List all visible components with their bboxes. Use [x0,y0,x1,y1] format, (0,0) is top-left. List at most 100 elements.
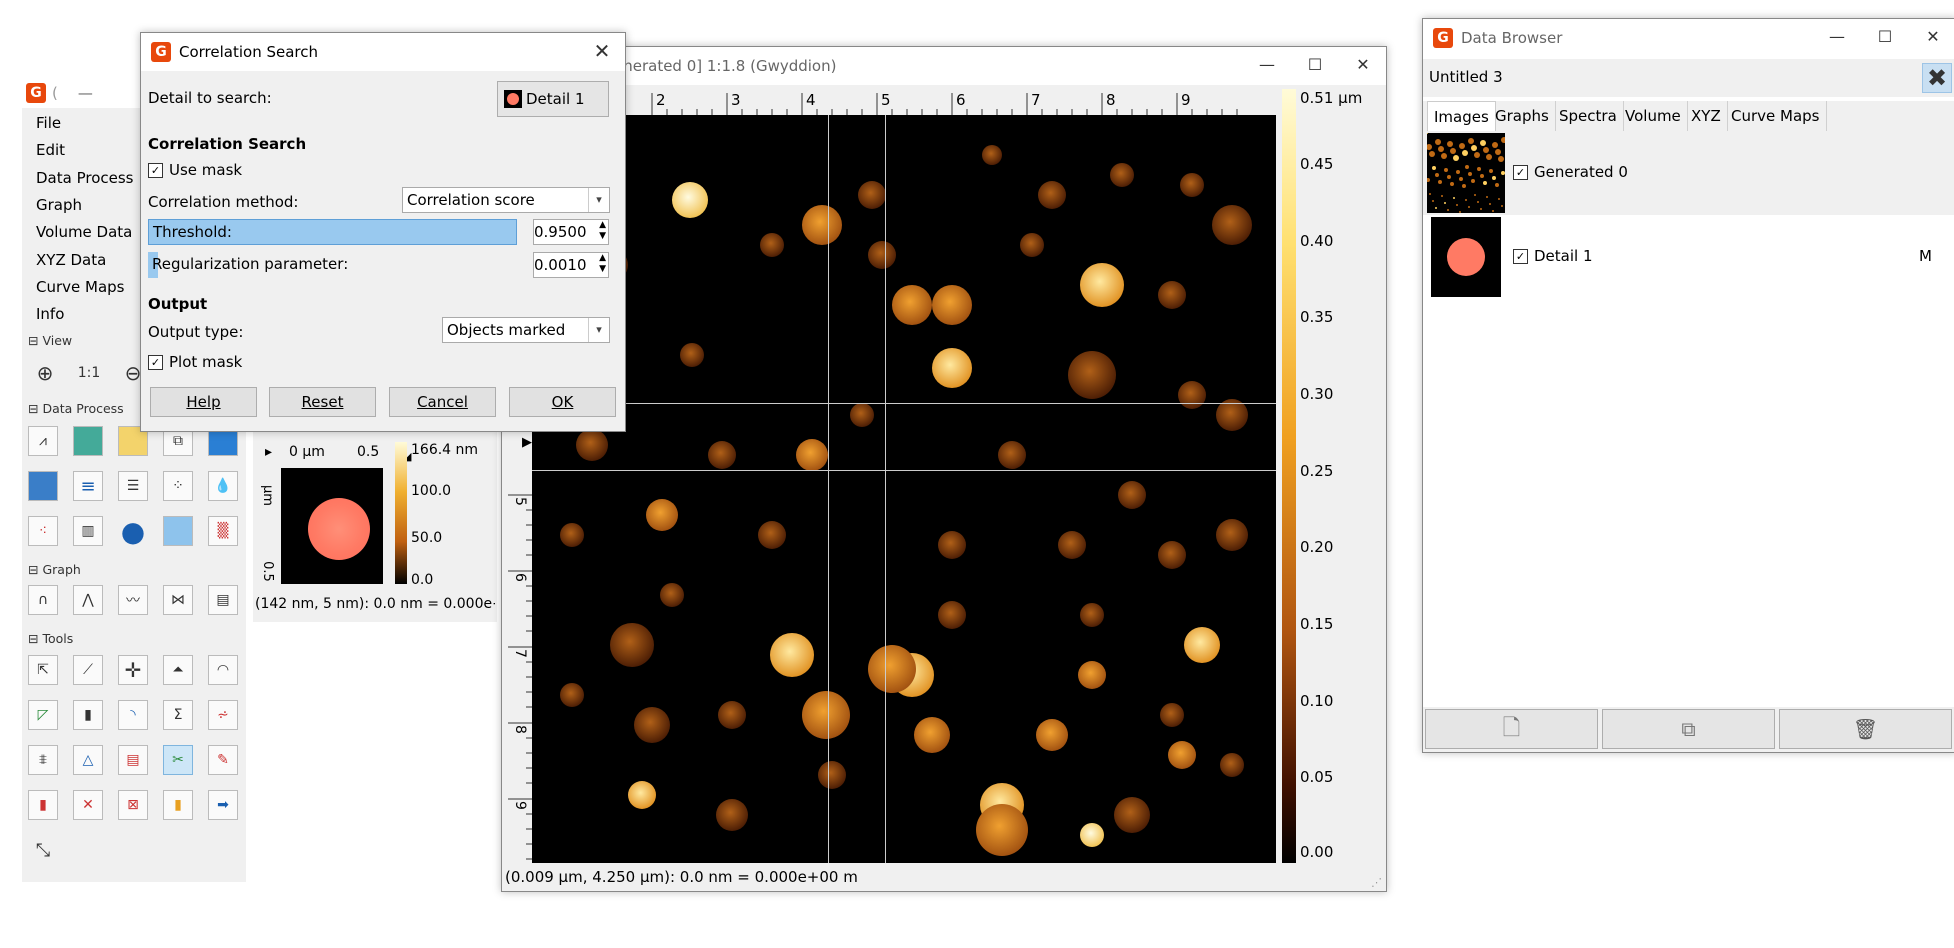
curve-tool-icon[interactable]: ◝ [118,700,148,730]
menu-data-process[interactable]: Data Process [36,169,134,187]
close-icon[interactable]: ✕ [1340,47,1386,83]
duplicate-button[interactable]: ⧉ [1602,709,1775,749]
threshold-slider[interactable]: Threshold: [148,219,517,245]
crop-tool-icon[interactable]: ✂ [163,745,193,775]
menu-file[interactable]: File [36,114,61,132]
menu-volume-data[interactable]: Volume Data [36,223,132,241]
color-range-icon[interactable]: ▮ [163,790,193,820]
rows-icon[interactable]: ≡ [73,471,103,501]
shade-icon[interactable] [163,516,193,546]
particle [1110,163,1134,187]
radial-profile-icon[interactable]: ◠ [208,655,238,685]
minimize-icon[interactable]: — [1814,19,1860,55]
detail-select-button[interactable]: Detail 1 [497,81,609,117]
tab-graphs[interactable]: Graphs [1489,101,1556,131]
new-file-button[interactable]: 🗋 [1425,709,1598,749]
graph-cross-icon[interactable]: ⋈ [163,585,193,615]
drop-icon[interactable]: 💧 [208,471,238,501]
scars-icon[interactable] [28,471,58,501]
resize-grip-icon[interactable]: ⋰ [1371,876,1382,889]
close-icon[interactable]: ✕ [1910,19,1954,55]
values-tool-icon[interactable]: ▮ [73,700,103,730]
align-rows-icon[interactable]: ☰ [118,471,148,501]
level3-tool-icon[interactable]: ⩨ [28,745,58,775]
help-button[interactable]: Help [150,387,257,417]
detail-label: Detail to search: [148,89,272,107]
crosshair-tool-icon[interactable]: ✛ [118,655,148,685]
noise-icon[interactable]: ▒ [208,516,238,546]
section-data-process[interactable]: ⊟ Data Process [28,401,124,416]
regularization-slider[interactable]: Regularization parameter: [148,252,517,278]
visible-checkbox[interactable]: ✓ Detail 1 [1513,247,1593,265]
section-tools[interactable]: ⊟ Tools [28,631,73,646]
toolbox-title: ( [52,84,58,102]
distance-tool-icon[interactable]: ⟋ [73,655,103,685]
minimize-icon[interactable]: — [78,84,93,102]
remove-spots-icon[interactable]: ⁖ [28,516,58,546]
spin-arrows-icon[interactable]: ▲ ▼ [599,253,606,275]
ok-button[interactable]: OK [509,387,616,417]
remove-spot-icon[interactable]: ⊠ [118,790,148,820]
roughness-tool-icon[interactable]: ⩫ [208,700,238,730]
path-level-icon[interactable]: ⤡ [28,835,58,865]
list-item[interactable]: ✓ Detail 1 M [1423,215,1954,299]
graph-export-icon[interactable]: ▤ [208,585,238,615]
menu-edit[interactable]: Edit [36,141,65,159]
scale-010: 0.10 [1300,692,1334,710]
menu-info[interactable]: Info [36,305,64,323]
triangle-tool-icon[interactable]: △ [73,745,103,775]
pointer-tool-icon[interactable]: ⇱ [28,655,58,685]
section-graph[interactable]: ⊟ Graph [28,562,81,577]
detail-image[interactable] [281,468,383,584]
height-map-image[interactable] [532,115,1276,863]
tab-curve-maps[interactable]: Curve Maps [1725,101,1827,131]
reg-spin[interactable]: 0.0010 ▲ ▼ [533,252,609,278]
tab-xyz[interactable]: XYZ [1685,101,1728,131]
menu-xyz-data[interactable]: XYZ Data [36,251,106,269]
close-file-icon[interactable]: ✖ [1922,63,1952,93]
level-icon[interactable]: ⩘ [28,426,58,456]
graph-peak-icon[interactable]: ⋀ [73,585,103,615]
maximize-icon[interactable]: ☐ [1862,19,1908,55]
maximize-icon[interactable]: ☐ [1292,47,1338,83]
minimize-icon[interactable]: — [1244,47,1290,83]
plane-level-icon[interactable] [73,426,103,456]
lines-tool-icon[interactable]: ▤ [118,745,148,775]
sphere-icon[interactable]: ● [118,515,148,548]
zoom-1-1-icon[interactable]: 1:1 [74,358,104,388]
tab-volume[interactable]: Volume [1619,101,1688,131]
particle [1158,281,1186,309]
graph-curves-icon[interactable]: 〰 [118,585,148,615]
delete-button[interactable]: 🗑 [1779,709,1952,749]
output-type-select[interactable]: Objects marked ▾ [442,317,610,343]
tab-spectra[interactable]: Spectra [1553,101,1624,131]
visible-checkbox[interactable]: ✓ Generated 0 [1513,163,1628,181]
histogram-icon[interactable]: ▥ [73,516,103,546]
tab-images[interactable]: Images [1427,101,1496,132]
cancel-button[interactable]: Cancel [389,387,496,417]
menu-graph[interactable]: Graph [36,196,82,214]
grains-icon[interactable]: ⁘ [163,471,193,501]
detail-y-label-1: 0.5 [259,561,275,582]
plot-mask-checkbox[interactable]: ✓ Plot mask [148,353,242,371]
use-mask-checkbox[interactable]: ✓ Use mask [148,161,242,179]
gwyddion-icon: G [151,42,171,62]
graph-fit-icon[interactable]: ∩ [28,585,58,615]
spin-arrows-icon[interactable]: ▲ ▼ [599,220,606,242]
profile-tool-icon[interactable]: ⏶ [163,655,193,685]
list-item[interactable]: ✓ Generated 0 [1423,131,1954,215]
export-tool-icon[interactable]: ➡ [208,790,238,820]
sfunc-tool-icon[interactable]: Σ [163,700,193,730]
reset-button[interactable]: Reset [269,387,376,417]
section-view[interactable]: ⊟ View [28,333,72,348]
menu-curve-maps[interactable]: Curve Maps [36,278,125,296]
thumb-particle [1438,146,1444,152]
method-select[interactable]: Correlation score ▾ [402,187,610,213]
grain-remove-icon[interactable]: ▮ [28,790,58,820]
threshold-spin[interactable]: 0.9500 ▲ ▼ [533,219,609,245]
close-icon[interactable]: ✕ [579,33,625,69]
zoom-in-icon[interactable]: ⊕ [30,358,60,388]
mask-editor-icon[interactable]: ✎ [208,745,238,775]
stats-tool-icon[interactable]: ◸ [28,700,58,730]
spot-remove-icon[interactable]: ✕ [73,790,103,820]
